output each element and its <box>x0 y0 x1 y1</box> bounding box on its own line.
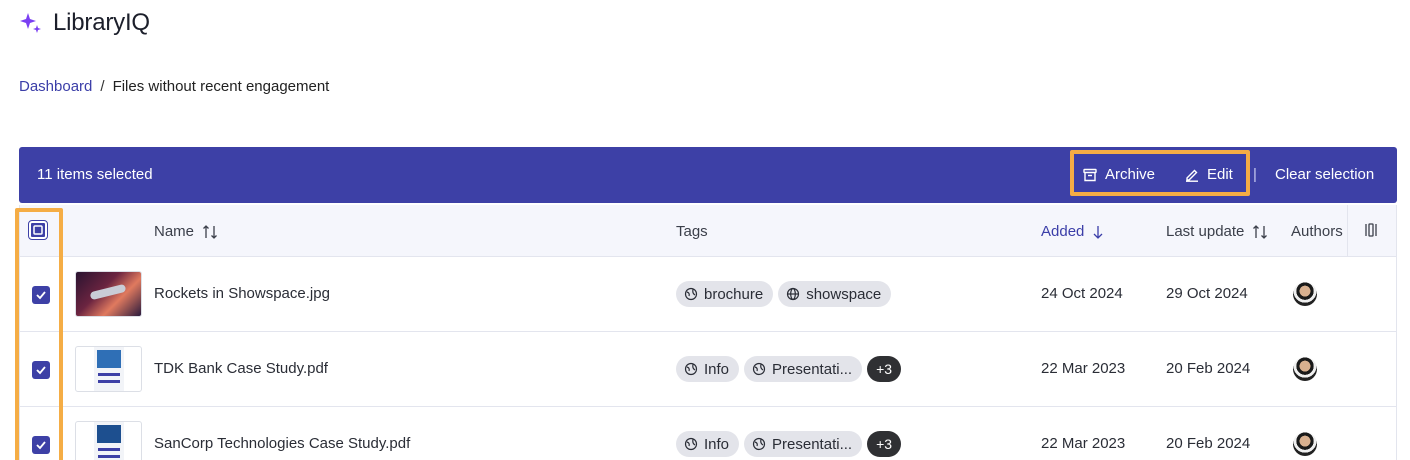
tags-cell: Info Presentati... +3 <box>676 431 902 457</box>
tag-label: Presentati... <box>772 435 853 453</box>
breadcrumb-dashboard-link[interactable]: Dashboard <box>19 78 92 95</box>
sync-globe-icon <box>752 362 766 376</box>
tag-chip[interactable]: Info <box>676 431 740 457</box>
column-header-tags: Tags <box>676 223 708 240</box>
tag-chip[interactable]: Info <box>676 356 740 382</box>
table-row[interactable]: TDK Bank Case Study.pdf Info Presentati.… <box>19 332 1397 407</box>
avatar[interactable] <box>1293 357 1317 381</box>
column-divider <box>1347 205 1348 257</box>
pdf-page-preview <box>93 422 124 460</box>
archive-label: Archive <box>1105 166 1156 183</box>
sync-globe-icon <box>752 437 766 451</box>
tag-label: showspace <box>806 285 882 303</box>
file-name[interactable]: SanCorp Technologies Case Study.pdf <box>154 435 410 452</box>
row-checkbox[interactable] <box>32 286 50 304</box>
pdf-page-preview <box>93 347 124 391</box>
tag-chip[interactable]: Presentati... <box>744 431 863 457</box>
file-thumbnail <box>75 271 142 317</box>
more-tags-badge[interactable]: +3 <box>867 356 902 382</box>
sync-globe-icon <box>684 362 698 376</box>
sparkle-icon <box>20 13 41 33</box>
column-added-label: Added <box>1041 223 1085 240</box>
sort-icon <box>203 224 217 239</box>
avatar[interactable] <box>1293 282 1317 306</box>
rocket-image <box>76 272 141 316</box>
check-icon <box>36 441 46 450</box>
tag-label: Info <box>704 435 730 453</box>
app-logo[interactable]: LibraryIQ <box>19 9 150 37</box>
archive-icon <box>1083 168 1097 181</box>
column-header-authors: Authors <box>1291 223 1343 240</box>
tag-label: Presentati... <box>772 360 853 378</box>
check-icon <box>33 225 43 235</box>
app-title: LibraryIQ <box>53 9 150 36</box>
avatar[interactable] <box>1293 432 1317 456</box>
more-tags-badge[interactable]: +3 <box>867 431 902 457</box>
column-last-update-label: Last update <box>1166 223 1245 240</box>
table-row[interactable]: Rockets in Showspace.jpg brochure showsp… <box>19 257 1397 332</box>
table-header: Name Tags Added Last update Authors <box>19 205 1397 257</box>
edit-label: Edit <box>1207 166 1233 183</box>
file-thumbnail <box>75 346 142 392</box>
tag-chip[interactable]: Presentati... <box>744 356 863 382</box>
sort-icon <box>1253 224 1268 239</box>
last-update-date: 20 Feb 2024 <box>1166 435 1251 452</box>
column-authors-label: Authors <box>1291 223 1343 240</box>
edit-button[interactable]: Edit <box>1185 166 1233 183</box>
tag-label: Info <box>704 360 730 378</box>
row-checkbox[interactable] <box>32 361 50 379</box>
column-tags-label: Tags <box>676 223 708 240</box>
column-name-label: Name <box>154 223 195 240</box>
row-checkbox[interactable] <box>32 436 50 454</box>
clear-selection-button[interactable]: Clear selection <box>1275 166 1374 183</box>
sort-descending-icon <box>1093 225 1103 239</box>
selection-bar-divider: | <box>1253 166 1257 183</box>
added-date: 22 Mar 2023 <box>1041 435 1126 452</box>
column-header-added[interactable]: Added <box>1041 223 1104 240</box>
tag-chip[interactable]: brochure <box>676 281 774 307</box>
columns-icon[interactable] <box>1363 222 1379 238</box>
file-name[interactable]: TDK Bank Case Study.pdf <box>154 360 328 377</box>
tag-label: brochure <box>704 285 764 303</box>
tags-cell: Info Presentati... +3 <box>676 356 902 382</box>
selection-bar: 11 items selected Archive Edit | Clear s… <box>19 147 1397 203</box>
check-icon <box>36 366 46 375</box>
breadcrumb-separator: / <box>100 78 105 95</box>
globe-icon <box>787 287 800 301</box>
pencil-icon <box>1186 169 1198 182</box>
breadcrumb: Dashboard / Files without recent engagem… <box>19 78 329 95</box>
column-header-last-update[interactable]: Last update <box>1166 223 1268 240</box>
select-all-checkbox[interactable] <box>28 220 48 240</box>
last-update-date: 29 Oct 2024 <box>1166 285 1248 302</box>
selected-count: 11 items selected <box>37 166 153 183</box>
last-update-date: 20 Feb 2024 <box>1166 360 1251 377</box>
tags-cell: brochure showspace <box>676 281 892 307</box>
file-thumbnail <box>75 421 142 460</box>
breadcrumb-current: Files without recent engagement <box>112 78 330 95</box>
file-name[interactable]: Rockets in Showspace.jpg <box>154 285 330 302</box>
table-row[interactable]: SanCorp Technologies Case Study.pdf Info… <box>19 407 1397 460</box>
check-icon <box>36 291 46 300</box>
added-date: 24 Oct 2024 <box>1041 285 1123 302</box>
added-date: 22 Mar 2023 <box>1041 360 1126 377</box>
archive-button[interactable]: Archive <box>1083 166 1155 183</box>
sync-globe-icon <box>684 437 698 451</box>
column-header-name[interactable]: Name <box>154 223 218 240</box>
sync-globe-icon <box>684 287 698 301</box>
tag-chip[interactable]: showspace <box>778 281 892 307</box>
